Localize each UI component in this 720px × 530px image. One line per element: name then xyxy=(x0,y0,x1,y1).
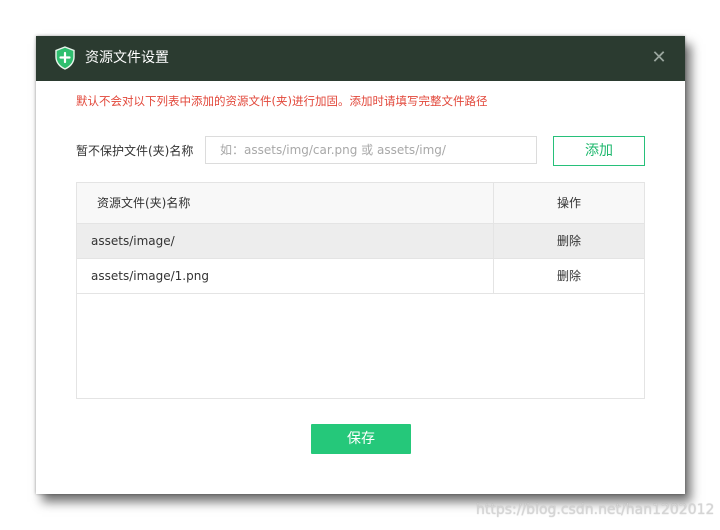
table-header: 资源文件(夹)名称 操作 xyxy=(77,183,644,224)
resource-settings-dialog: 资源文件设置 ✕ 默认不会对以下列表中添加的资源文件(夹)进行加固。添加时请填写… xyxy=(36,36,685,494)
delete-button[interactable]: 删除 xyxy=(493,224,644,258)
exclude-path-input[interactable] xyxy=(205,136,537,164)
dialog-title: 资源文件设置 xyxy=(85,50,169,66)
watermark-text: https://blog.csdn.net/han1202012 xyxy=(476,502,715,518)
close-icon[interactable]: ✕ xyxy=(649,48,669,68)
row-path: assets/image/1.png xyxy=(91,269,209,283)
table-row[interactable]: assets/image/ 删除 xyxy=(77,224,644,259)
table-row[interactable]: assets/image/1.png 删除 xyxy=(77,259,644,294)
exclude-path-label: 暂不保护文件(夹)名称 xyxy=(76,144,194,158)
resource-table: 资源文件(夹)名称 操作 assets/image/ 删除 assets/ima… xyxy=(76,182,645,399)
row-path: assets/image/ xyxy=(91,234,175,248)
shield-icon xyxy=(55,46,75,70)
delete-button[interactable]: 删除 xyxy=(493,259,644,293)
column-header-name: 资源文件(夹)名称 xyxy=(97,196,191,210)
save-button[interactable]: 保存 xyxy=(311,424,411,454)
add-button[interactable]: 添加 xyxy=(553,136,645,166)
column-header-action: 操作 xyxy=(493,183,644,223)
dialog-titlebar: 资源文件设置 ✕ xyxy=(36,36,685,81)
notice-text: 默认不会对以下列表中添加的资源文件(夹)进行加固。添加时请填写完整文件路径 xyxy=(76,94,488,108)
